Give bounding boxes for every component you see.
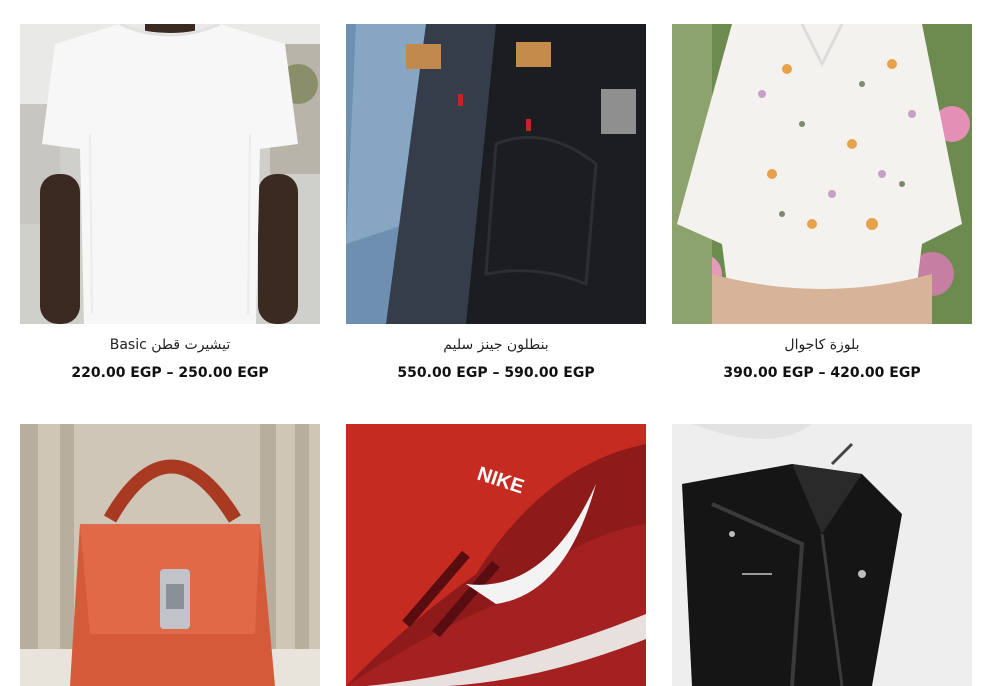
product-image-red-sneaker[interactable]: NIKE <box>346 424 646 686</box>
product-title[interactable]: تيشيرت قطن Basic <box>20 336 320 354</box>
product-price: 220.00 EGP – 250.00 EGP <box>71 365 269 381</box>
product-card[interactable] <box>672 424 972 686</box>
product-card[interactable]: بلوزة كاجوال 390.00 EGP – 420.00 EGP <box>672 24 972 382</box>
product-title[interactable]: بلوزة كاجوال <box>672 336 972 354</box>
product-image-white-tshirt[interactable] <box>20 24 320 324</box>
product-card[interactable] <box>20 424 320 686</box>
product-image-jeans-stack[interactable] <box>346 24 646 324</box>
product-price: 550.00 EGP – 590.00 EGP <box>397 365 595 381</box>
product-title[interactable]: بنطلون جينز سليم <box>346 336 646 354</box>
product-card[interactable]: NIKE <box>346 424 646 686</box>
product-price: 390.00 EGP – 420.00 EGP <box>723 365 921 381</box>
product-image-floral-blouse[interactable] <box>672 24 972 324</box>
product-card[interactable]: تيشيرت قطن Basic 220.00 EGP – 250.00 EGP <box>20 24 320 382</box>
product-image-red-handbag[interactable] <box>20 424 320 686</box>
product-card[interactable]: بنطلون جينز سليم 550.00 EGP – 590.00 EGP <box>346 24 646 382</box>
product-grid: تيشيرت قطن Basic 220.00 EGP – 250.00 EGP… <box>0 0 1000 686</box>
product-image-leather-jacket[interactable] <box>672 424 972 686</box>
